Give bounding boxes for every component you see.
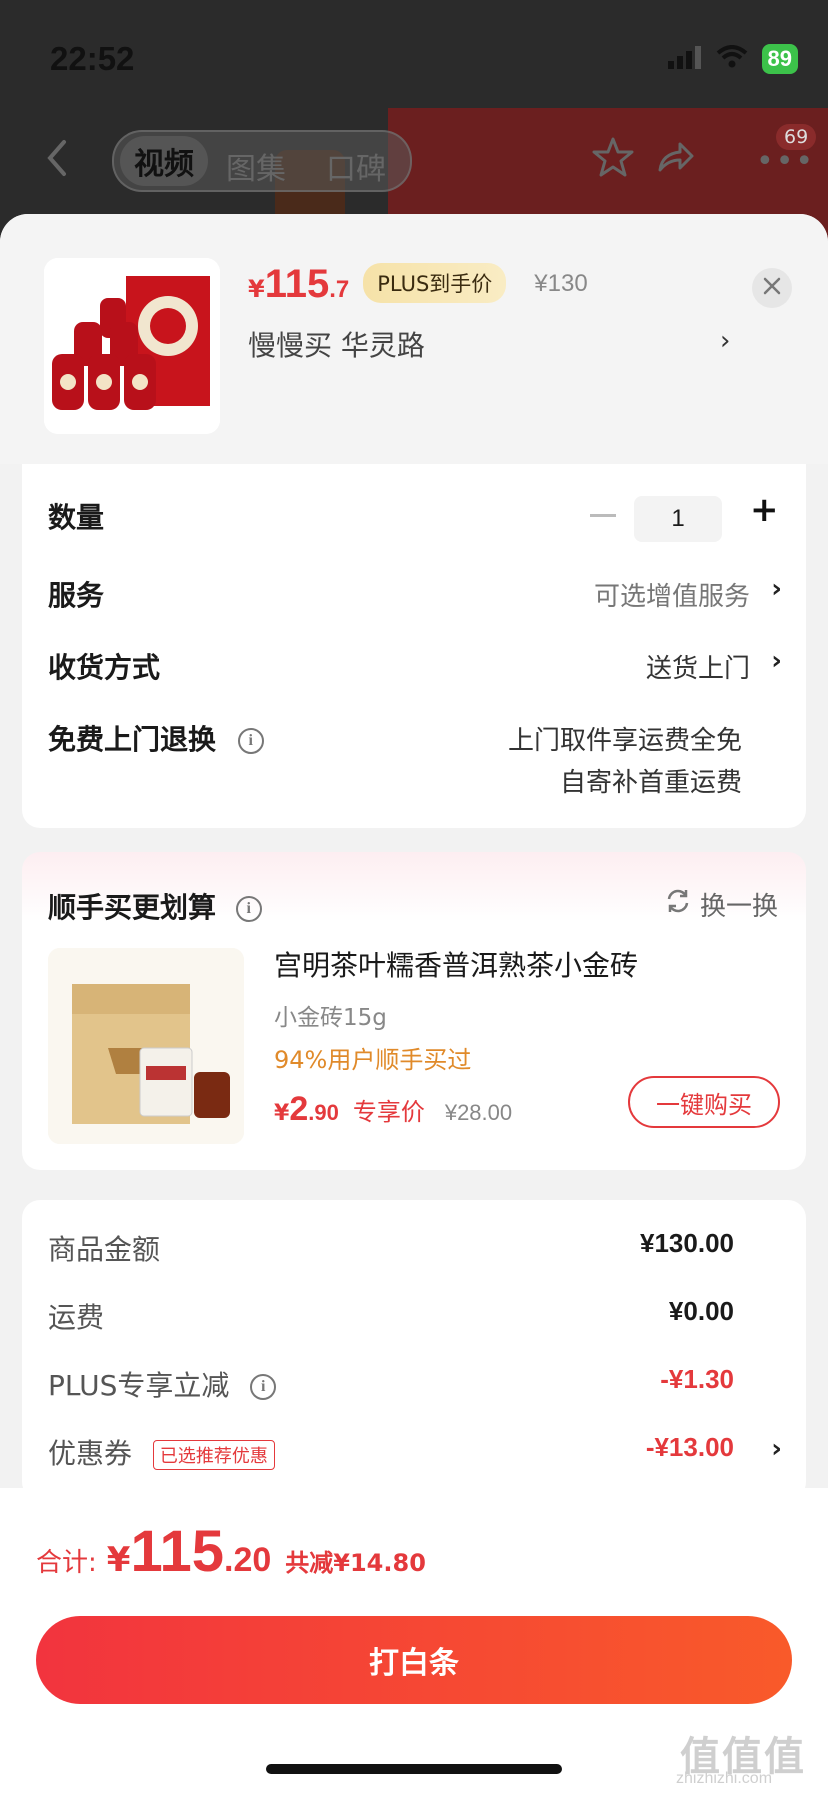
return-label-text: 免费上门退换 [48, 723, 217, 756]
sheet-header: ¥ 115 .7 PLUS到手价 ¥130 慢慢买 华灵路 › [0, 214, 828, 464]
recommend-original-price: ¥28.00 [444, 1100, 513, 1125]
signal-icon [667, 45, 702, 73]
price-decimal: .7 [329, 276, 350, 303]
chevron-right-icon: › [771, 1434, 782, 1464]
swap-button[interactable]: 换一换 [664, 886, 778, 923]
tab-gallery[interactable]: 图集 [226, 144, 286, 188]
status-icons: 89 [667, 44, 798, 74]
summary-coupon-label-text: 优惠券 [48, 1437, 133, 1470]
summary-plus-value: -¥1.30 [660, 1364, 734, 1394]
summary-card: 商品金额 ¥130.00 运费 ¥0.00 PLUS专享立减 i -¥1.30 … [22, 1200, 806, 1500]
total-decimal: .20 [224, 1541, 272, 1579]
chevron-right-icon: › [771, 574, 782, 604]
refresh-icon [664, 887, 692, 922]
checkout-footer: 合计: ¥ 115 .20 共减¥14.80 打白条 值值值 zhizhizhi… [0, 1488, 828, 1793]
return-line2: 自寄补首重运费 [559, 768, 742, 798]
tab-video[interactable]: 视频 [120, 136, 208, 186]
return-label: 免费上门退换 i [48, 718, 264, 758]
close-button[interactable] [752, 268, 792, 308]
summary-coupon-value: -¥13.00 [645, 1432, 734, 1462]
summary-goods-value: ¥130.00 [640, 1228, 734, 1258]
summary-shipping-value: ¥0.00 [668, 1296, 734, 1326]
back-icon[interactable] [42, 136, 72, 180]
recommend-price-integer: 2 [289, 1090, 309, 1128]
summary-plus-label-text: PLUS专享立减 [48, 1369, 230, 1402]
total-integer: 115 [130, 1519, 225, 1584]
total-label: 合计: [36, 1548, 97, 1578]
service-row[interactable]: 服务 可选增值服务 › [22, 574, 806, 618]
total-currency: ¥ [106, 1540, 131, 1580]
return-row: 免费上门退换 i 上门取件享运费全免 自寄补首重运费 [22, 718, 806, 808]
price-row: ¥ 115 .7 PLUS到手价 ¥130 [248, 262, 588, 309]
info-icon[interactable]: i [235, 896, 262, 922]
total-savings: 共减¥14.80 [285, 1549, 426, 1577]
original-price: ¥130 [534, 270, 588, 297]
wifi-icon [716, 45, 748, 73]
info-icon[interactable]: i [237, 728, 264, 754]
service-value: 可选增值服务 [593, 582, 750, 612]
total-row: 合计: ¥ 115 .20 共减¥14.80 [36, 1518, 426, 1585]
options-card: 数量 1 + 服务 可选增值服务 › 收货方式 送货上门 › 免费上门退换 i … [22, 464, 806, 828]
recommend-product-name[interactable]: 宫明茶叶糯香普洱熟茶小金砖 [274, 944, 638, 984]
watermark-url: zhizhizhi.com [676, 1770, 773, 1787]
delivery-label: 收货方式 [48, 651, 161, 684]
product-thumbnail [44, 258, 220, 434]
status-bar: 22:52 89 [0, 0, 828, 100]
home-indicator[interactable] [266, 1764, 562, 1774]
delivery-value: 送货上门 [645, 654, 750, 684]
summary-shipping-label: 运费 [48, 1301, 105, 1334]
shop-selector[interactable]: 慢慢买 华灵路 [248, 324, 425, 364]
summary-row-shipping: 运费 ¥0.00 [22, 1296, 806, 1340]
plus-price-badge: PLUS到手价 [363, 263, 507, 303]
tab-reviews[interactable]: 口碑 [326, 144, 386, 188]
one-click-buy-button[interactable]: 一键购买 [628, 1076, 780, 1128]
star-icon[interactable] [592, 136, 634, 182]
return-line1: 上门取件享运费全免 [507, 726, 742, 756]
recommend-price-decimal: .90 [308, 1100, 339, 1125]
recommend-title-text: 顺手买更划算 [48, 891, 217, 924]
battery-indicator: 89 [761, 44, 798, 74]
recommend-price: ¥ 2 .90 专享价 ¥28.00 [274, 1090, 512, 1129]
recommend-spec: 小金砖15g [274, 1005, 387, 1031]
recommend-price-tag: 专享价 [352, 1098, 425, 1126]
recommend-product-image[interactable] [48, 948, 244, 1144]
media-tabs: 视频 图集 口碑 [112, 130, 412, 192]
recommend-bought-rate: 94%用户顺手买过 [274, 1046, 472, 1074]
message-badge: 69 [776, 124, 817, 150]
coupon-selected-tag: 已选推荐优惠 [152, 1440, 275, 1470]
info-icon[interactable]: i [250, 1374, 277, 1400]
share-icon[interactable] [654, 136, 696, 182]
close-icon [763, 277, 781, 299]
pay-button[interactable]: 打白条 [36, 1616, 792, 1704]
quantity-input[interactable]: 1 [634, 496, 722, 542]
service-label: 服务 [48, 579, 105, 612]
minus-icon[interactable] [590, 514, 616, 517]
recommend-title: 顺手买更划算 i [48, 886, 262, 926]
quantity-row: 数量 1 + [22, 486, 806, 546]
summary-row-plus: PLUS专享立减 i -¥1.30 [22, 1364, 806, 1408]
recommend-price-currency: ¥ [274, 1101, 290, 1126]
top-nav: 视频 图集 口碑 ••• 69 [0, 124, 828, 192]
summary-coupon-label: 优惠券 已选推荐优惠 [48, 1432, 275, 1472]
quantity-label: 数量 [48, 501, 105, 534]
delivery-row[interactable]: 收货方式 送货上门 › [22, 646, 806, 690]
plus-icon[interactable]: + [750, 490, 779, 530]
status-time: 22:52 [50, 40, 135, 77]
summary-row-coupon[interactable]: 优惠券 已选推荐优惠 -¥13.00 › [22, 1432, 806, 1476]
price-currency: ¥ [248, 275, 265, 303]
chevron-right-icon[interactable]: › [720, 326, 730, 356]
swap-label: 换一换 [699, 892, 778, 922]
summary-goods-label: 商品金额 [48, 1233, 161, 1266]
summary-plus-label: PLUS专享立减 i [48, 1364, 277, 1404]
price-integer: 115 [264, 262, 330, 306]
summary-row-goods: 商品金额 ¥130.00 [22, 1228, 806, 1272]
recommend-card: 顺手买更划算 i 换一换 宫明茶叶糯香普洱熟茶小金砖 小金砖15g 94%用户顺… [22, 852, 806, 1170]
chevron-right-icon: › [771, 646, 782, 676]
